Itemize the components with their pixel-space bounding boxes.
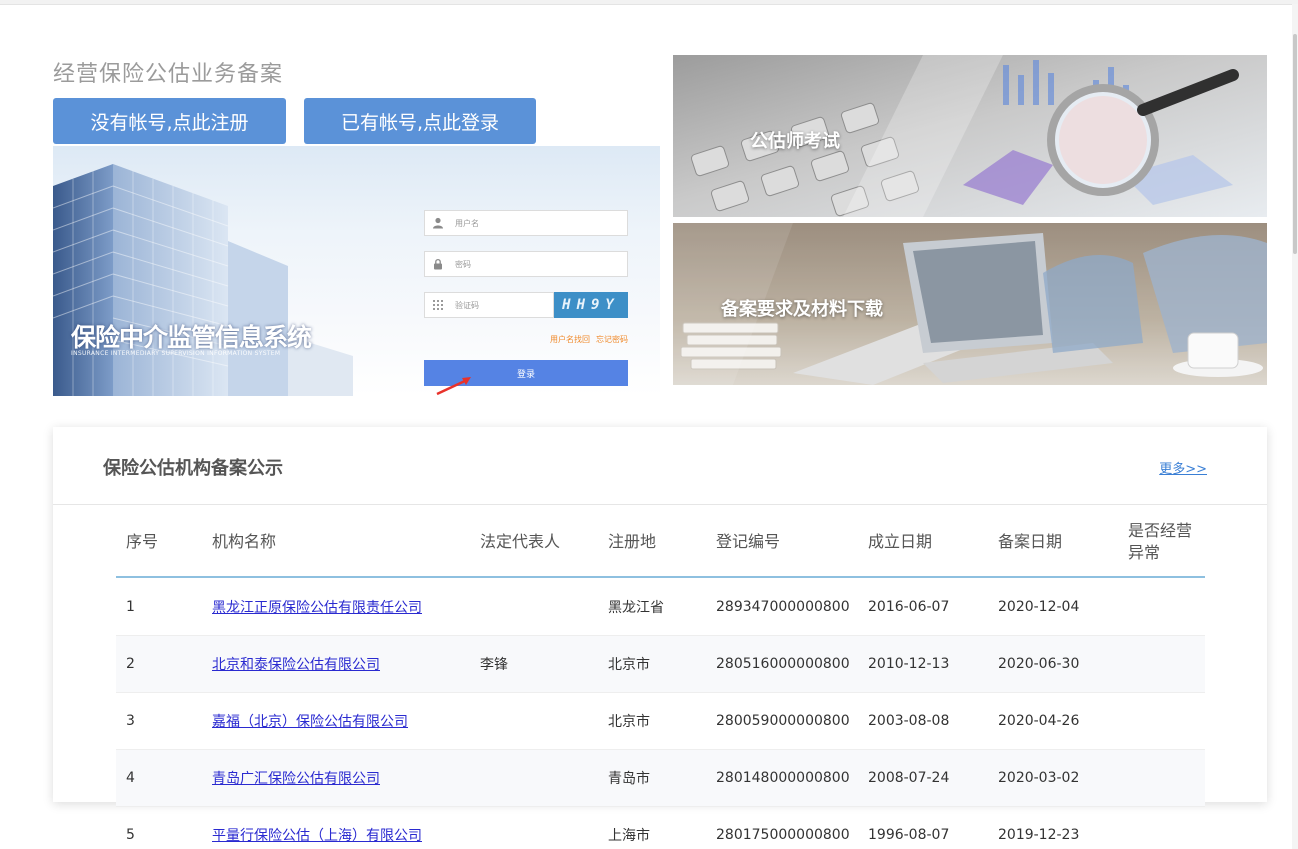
- founded-date: 1996-08-07: [868, 827, 950, 843]
- documents-tile-label: 备案要求及材料下载: [721, 299, 883, 320]
- region: 北京市: [608, 714, 650, 730]
- login-banner: 保险中介监管信息系统 INSURANCE INTERMEDIARY SUPERV…: [53, 146, 660, 396]
- system-name-en: INSURANCE INTERMEDIARY SUPERVISION INFOR…: [71, 350, 281, 357]
- registration-number: 280148000000800: [716, 770, 850, 786]
- login-help-links: 用户名找回 忘记密码: [533, 334, 628, 345]
- row-number: 3: [126, 713, 135, 729]
- scrollbar-thumb[interactable]: [1293, 34, 1297, 254]
- system-name: 保险中介监管信息系统: [71, 323, 312, 352]
- exam-tile[interactable]: 公估师考试: [673, 55, 1267, 217]
- column-header: 备案日期: [998, 531, 1063, 551]
- find-username-link[interactable]: 用户名找回: [550, 335, 590, 344]
- registration-number: 280059000000800: [716, 713, 850, 729]
- more-link[interactable]: 更多>>: [1159, 458, 1207, 477]
- documents-tile[interactable]: 备案要求及材料下载: [673, 223, 1267, 385]
- username-field[interactable]: 用户名: [424, 210, 628, 236]
- table-header: 序号 机构名称 法定代表人 注册地 登记编号 成立日期 备案日期 是否经营异常: [116, 505, 1205, 578]
- grid-icon: [425, 293, 451, 317]
- username-placeholder: 用户名: [455, 218, 479, 228]
- registration-number: 280175000000800: [716, 827, 850, 843]
- table-row: 2 北京和泰保险公估有限公司 李锋 北京市 280516000000800 20…: [116, 636, 1205, 693]
- card-title: 保险公估机构备案公示: [103, 458, 283, 479]
- column-header: 机构名称: [212, 531, 277, 551]
- table-row: 5 平量行保险公估（上海）有限公司 上海市 280175000000800 19…: [116, 807, 1205, 849]
- row-number: 2: [126, 656, 135, 672]
- legal-rep: 李锋: [480, 657, 508, 673]
- exam-tile-label: 公估师考试: [750, 131, 840, 152]
- login-button[interactable]: 已有帐号,点此登录: [304, 98, 536, 144]
- user-icon: [425, 211, 451, 235]
- founded-date: 2003-08-08: [868, 713, 950, 729]
- filed-date: 2020-12-04: [998, 599, 1080, 615]
- card-header: 保险公估机构备案公示 更多>>: [53, 427, 1267, 505]
- company-link[interactable]: 平量行保险公估（上海）有限公司: [212, 825, 480, 845]
- column-header: 法定代表人: [480, 531, 561, 551]
- region: 上海市: [608, 828, 650, 844]
- region: 北京市: [608, 657, 650, 673]
- column-header: 注册地: [608, 531, 657, 551]
- founded-date: 2016-06-07: [868, 599, 950, 615]
- password-placeholder: 密码: [455, 259, 471, 269]
- table-row: 4 青岛广汇保险公估有限公司 青岛市 280148000000800 2008-…: [116, 750, 1205, 807]
- registration-number: 280516000000800: [716, 656, 850, 672]
- captcha-placeholder: 验证码: [455, 300, 479, 310]
- column-header: 登记编号: [716, 531, 781, 551]
- page-title: 经营保险公估业务备案: [53, 62, 284, 87]
- filed-date: 2020-06-30: [998, 656, 1080, 672]
- lock-icon: [425, 252, 451, 276]
- building-illustration: [53, 164, 353, 396]
- row-number: 4: [126, 770, 135, 786]
- register-button[interactable]: 没有帐号,点此注册: [53, 98, 286, 144]
- filed-date: 2020-03-02: [998, 770, 1080, 786]
- column-header: 序号: [126, 531, 159, 551]
- password-field[interactable]: 密码: [424, 251, 628, 277]
- company-link[interactable]: 嘉福（北京）保险公估有限公司: [212, 711, 480, 731]
- column-header: 成立日期: [868, 531, 933, 551]
- scrollbar[interactable]: [1292, 4, 1298, 849]
- filed-date: 2020-04-26: [998, 713, 1080, 729]
- company-link[interactable]: 青岛广汇保险公估有限公司: [212, 768, 480, 788]
- founded-date: 2008-07-24: [868, 770, 950, 786]
- table-row: 3 嘉福（北京）保险公估有限公司 北京市 280059000000800 200…: [116, 693, 1205, 750]
- captcha-image[interactable]: HH9Y: [554, 292, 628, 318]
- region: 黑龙江省: [608, 600, 664, 616]
- captcha-field[interactable]: 验证码: [424, 292, 554, 318]
- filed-date: 2019-12-23: [998, 827, 1080, 843]
- table-row: 1 黑龙江正原保险公估有限责任公司 黑龙江省 289347000000800 2…: [116, 579, 1205, 636]
- company-link[interactable]: 北京和泰保险公估有限公司: [212, 654, 480, 674]
- company-link[interactable]: 黑龙江正原保险公估有限责任公司: [212, 597, 480, 617]
- red-arrow-icon: [436, 377, 471, 396]
- row-number: 1: [126, 599, 135, 615]
- column-header: 是否经营异常: [1128, 520, 1193, 562]
- founded-date: 2010-12-13: [868, 656, 950, 672]
- region: 青岛市: [608, 771, 650, 787]
- filing-table: 序号 机构名称 法定代表人 注册地 登记编号 成立日期 备案日期 是否经营异常 …: [116, 505, 1205, 849]
- forgot-password-link[interactable]: 忘记密码: [596, 335, 628, 344]
- row-number: 5: [126, 827, 135, 843]
- registration-number: 289347000000800: [716, 599, 850, 615]
